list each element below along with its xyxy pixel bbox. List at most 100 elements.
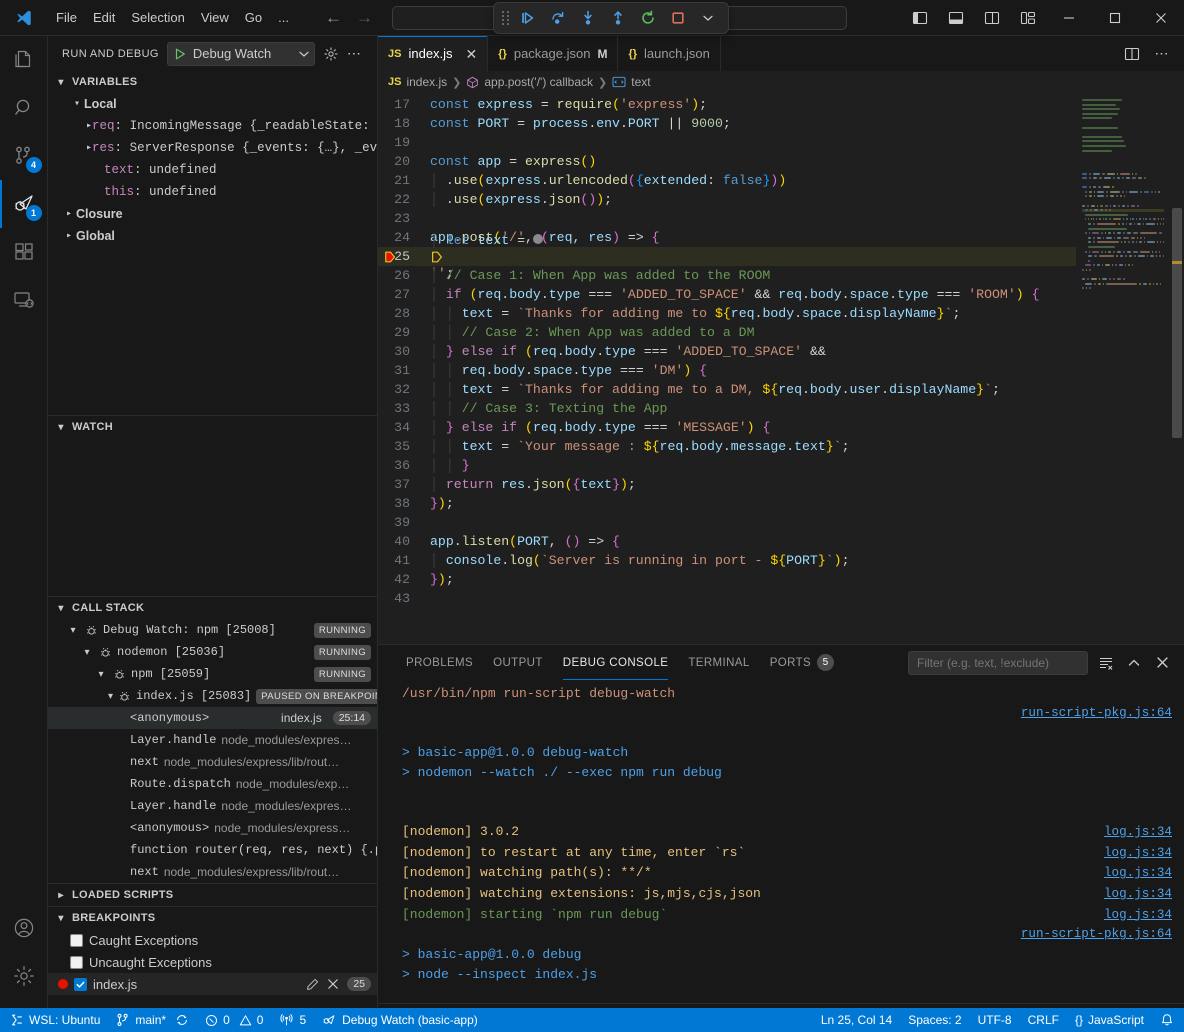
code-line[interactable]: 35│ │ text = `Your message : ${req.body.… xyxy=(378,437,1076,456)
status-ports[interactable]: 5 xyxy=(271,1008,314,1032)
scope-closure[interactable]: ▸ Closure xyxy=(48,203,377,225)
breadcrumb-variable[interactable]: text xyxy=(631,75,650,89)
restart-button[interactable] xyxy=(634,6,662,30)
code-line[interactable]: 36│ │ } xyxy=(378,456,1076,475)
split-editor-icon[interactable] xyxy=(1118,40,1146,68)
tab-launch-json[interactable]: {} launch.json xyxy=(618,36,720,71)
go-forward-icon[interactable]: → xyxy=(356,9,373,26)
breakpoint-arrow-icon[interactable] xyxy=(384,247,402,266)
call-stack-section-header[interactable]: ▾ CALL STACK xyxy=(48,597,377,619)
maximize-button[interactable] xyxy=(1092,0,1138,36)
variable-row[interactable]: ▸ res: ServerResponse {_events: {…}, _ev… xyxy=(48,137,377,159)
scrollbar-thumb[interactable] xyxy=(1172,208,1182,438)
edit-breakpoint-icon[interactable] xyxy=(306,978,319,991)
code-line[interactable]: 33│ │ // Case 3: Texting the App xyxy=(378,399,1076,418)
minimize-button[interactable] xyxy=(1046,0,1092,36)
sidebar-more-actions-icon[interactable]: ⋯ xyxy=(347,45,362,62)
status-problems[interactable]: 0 0 xyxy=(197,1008,271,1032)
console-source-link[interactable]: run-script-pkg.js:64 xyxy=(1009,925,1172,945)
stack-frame-row[interactable]: next node_modules/express/lib/rout… xyxy=(48,751,377,773)
code-line[interactable]: 17const express = require('express'); xyxy=(378,95,1076,114)
loaded-scripts-section-header[interactable]: ▸ LOADED SCRIPTS xyxy=(48,884,377,906)
step-into-button[interactable] xyxy=(574,6,602,30)
stop-button[interactable] xyxy=(664,6,692,30)
collapse-panel-icon[interactable] xyxy=(1124,653,1144,673)
status-remote-indicator[interactable]: WSL: Ubuntu xyxy=(2,1008,108,1032)
code-line[interactable]: 32│ │ text = `Thanks for adding me to a … xyxy=(378,380,1076,399)
code-line[interactable]: 38}); xyxy=(378,494,1076,513)
console-source-link[interactable]: log.js:34 xyxy=(1092,823,1172,843)
debug-more-button[interactable] xyxy=(694,6,722,30)
scope-global[interactable]: ▸ Global xyxy=(48,225,377,247)
launch-configuration-select[interactable]: Debug Watch xyxy=(167,42,315,66)
clear-console-icon[interactable] xyxy=(1096,653,1116,673)
customize-layout-icon[interactable] xyxy=(1010,0,1046,36)
activity-item-source-control[interactable]: 4 xyxy=(0,132,48,180)
code-line[interactable]: 23 xyxy=(378,209,1076,228)
close-panel-icon[interactable] xyxy=(1152,653,1172,673)
debug-settings-icon[interactable] xyxy=(323,46,339,62)
menu-go[interactable]: Go xyxy=(237,6,270,29)
code-line[interactable]: 30│ } else if (req.body.type === 'ADDED_… xyxy=(378,342,1076,361)
tab-debug-console[interactable]: DEBUG CONSOLE xyxy=(553,645,679,680)
stack-frame-row[interactable]: Layer.handle node_modules/expres… xyxy=(48,795,377,817)
activity-item-run-and-debug[interactable]: 1 xyxy=(0,180,48,228)
code-line[interactable]: 37│ return res.json({text}); xyxy=(378,475,1076,494)
stack-frame-row[interactable]: Route.dispatch node_modules/exp… xyxy=(48,773,377,795)
console-source-link[interactable]: log.js:34 xyxy=(1092,885,1172,905)
console-source-link[interactable]: log.js:34 xyxy=(1092,864,1172,884)
status-encoding[interactable]: UTF-8 xyxy=(970,1008,1020,1032)
code-line[interactable]: 42}); xyxy=(378,570,1076,589)
code-line[interactable]: 27│ if (req.body.type === 'ADDED_TO_SPAC… xyxy=(378,285,1076,304)
console-source-link[interactable]: log.js:34 xyxy=(1092,844,1172,864)
variable-row[interactable]: ▸ req: IncomingMessage {_readableState: … xyxy=(48,115,377,137)
menu-selection[interactable]: Selection xyxy=(123,6,192,29)
tab-problems[interactable]: PROBLEMS xyxy=(396,645,483,680)
step-out-button[interactable] xyxy=(604,6,632,30)
activity-item-search[interactable] xyxy=(0,84,48,132)
debug-session-row[interactable]: ▾ Debug Watch: npm [25008] RUNNING xyxy=(48,619,377,641)
toggle-secondary-sidebar-icon[interactable] xyxy=(974,0,1010,36)
debug-console-output[interactable]: /usr/bin/npm run-script debug-watchrun-s… xyxy=(378,680,1184,1003)
code-line[interactable]: 20const app = express() xyxy=(378,152,1076,171)
code-line[interactable]: 18const PORT = process.env.PORT || 9000; xyxy=(378,114,1076,133)
step-over-button[interactable] xyxy=(544,6,572,30)
code-editor[interactable]: 17const express = require('express');18c… xyxy=(378,93,1184,644)
menu-file[interactable]: File xyxy=(48,6,85,29)
status-notifications[interactable] xyxy=(1152,1008,1182,1032)
remove-breakpoint-icon[interactable] xyxy=(327,978,339,990)
stack-frame-row[interactable]: next node_modules/express/lib/rout… xyxy=(48,861,377,883)
status-eol[interactable]: CRLF xyxy=(1020,1008,1067,1032)
tab-index-js[interactable]: JS index.js ✕ xyxy=(378,36,488,71)
breakpoints-section-header[interactable]: ▾ BREAKPOINTS xyxy=(48,907,377,929)
stack-frame-row[interactable]: <anonymous> index.js 25:14 xyxy=(48,707,377,729)
status-branch[interactable]: main* xyxy=(108,1008,197,1032)
code-line[interactable]: 34│ } else if (req.body.type === 'MESSAG… xyxy=(378,418,1076,437)
code-line[interactable]: 22│ .use(express.json()); xyxy=(378,190,1076,209)
stack-frame-row[interactable]: function router(req, res, next) {.pr xyxy=(48,839,377,861)
code-line[interactable]: 19 xyxy=(378,133,1076,152)
continue-button[interactable] xyxy=(514,6,542,30)
status-cursor-position[interactable]: Ln 25, Col 14 xyxy=(813,1008,900,1032)
breadcrumb-file[interactable]: index.js xyxy=(406,75,447,89)
tab-ports[interactable]: PORTS 5 xyxy=(760,645,844,680)
console-source-link[interactable]: log.js:34 xyxy=(1092,906,1172,926)
toggle-primary-sidebar-icon[interactable] xyxy=(902,0,938,36)
code-line[interactable]: 25│ let text = ''; xyxy=(378,247,1076,266)
code-line[interactable]: 26│ // Case 1: When App was added to the… xyxy=(378,266,1076,285)
breakpoint-caught-exceptions[interactable]: Caught Exceptions xyxy=(48,929,377,951)
status-language-mode[interactable]: {} JavaScript xyxy=(1067,1008,1152,1032)
close-button[interactable] xyxy=(1138,0,1184,36)
code-viewport[interactable]: 17const express = require('express');18c… xyxy=(378,93,1076,644)
debug-session-row[interactable]: ▾ index.js [25083] PAUSED ON BREAKPOINT xyxy=(48,685,377,707)
stack-frame-row[interactable]: <anonymous> node_modules/express… xyxy=(48,817,377,839)
checkbox[interactable] xyxy=(70,934,83,947)
breakpoint-uncaught-exceptions[interactable]: Uncaught Exceptions xyxy=(48,951,377,973)
menu-edit[interactable]: Edit xyxy=(85,6,123,29)
toggle-panel-icon[interactable] xyxy=(938,0,974,36)
stack-frame-row[interactable]: Layer.handle node_modules/expres… xyxy=(48,729,377,751)
code-line[interactable]: 21│ .use(express.urlencoded({extended: f… xyxy=(378,171,1076,190)
activity-item-extensions[interactable] xyxy=(0,228,48,276)
watch-section-header[interactable]: ▾ WATCH xyxy=(48,416,377,438)
code-line[interactable]: 29│ │ // Case 2: When App was added to a… xyxy=(378,323,1076,342)
